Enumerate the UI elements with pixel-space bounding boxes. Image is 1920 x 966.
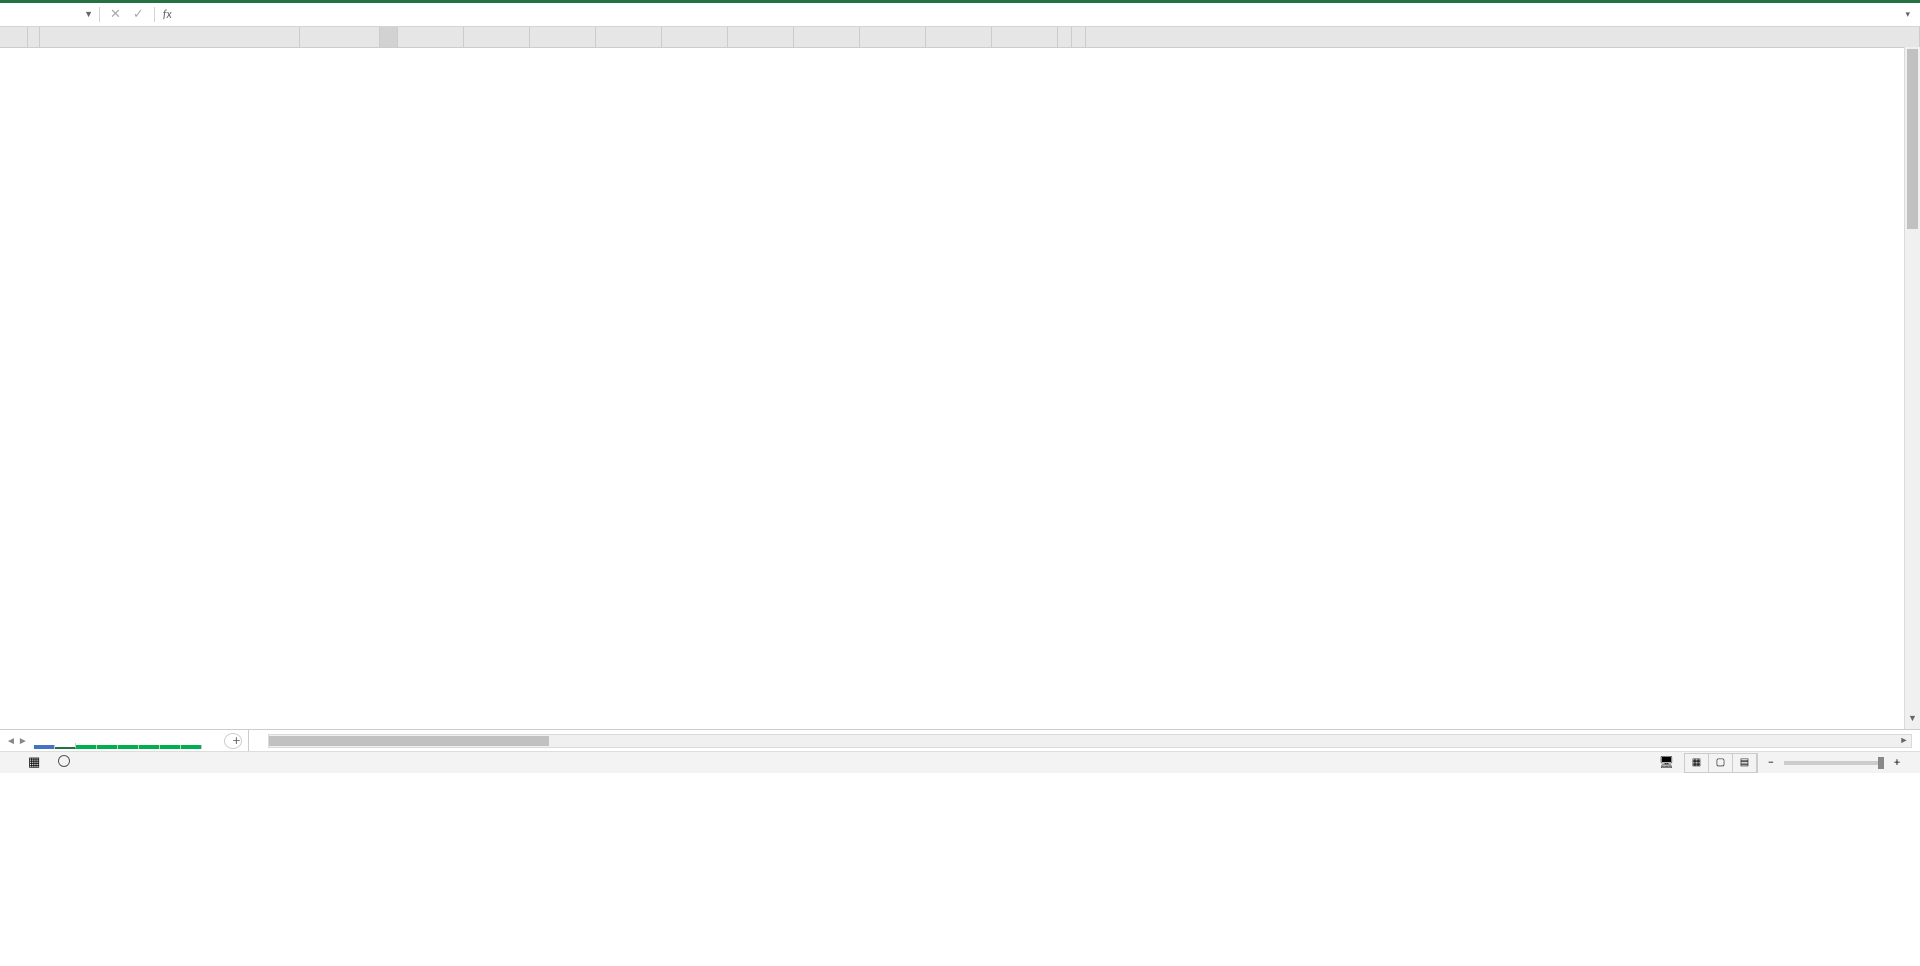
col-header[interactable] xyxy=(380,27,398,47)
col-header[interactable] xyxy=(728,27,794,47)
cancel-formula-icon[interactable]: ✕ xyxy=(110,7,121,22)
accessibility-icon xyxy=(58,755,70,767)
vscroll-thumb[interactable] xyxy=(1907,49,1918,229)
col-header[interactable] xyxy=(398,27,464,47)
fx-label[interactable]: fx xyxy=(155,8,180,22)
name-box[interactable]: ▼ xyxy=(0,7,100,22)
tab-prev-icon[interactable]: ◄ xyxy=(6,734,16,747)
zoom-slider[interactable] xyxy=(1784,761,1884,765)
accept-formula-icon[interactable]: ✓ xyxy=(133,7,144,22)
accessibility-status[interactable] xyxy=(58,755,70,771)
column-headers xyxy=(0,27,1920,48)
col-header[interactable] xyxy=(662,27,728,47)
tab-balance-sheet[interactable] xyxy=(97,745,118,749)
horizontal-scrollbar[interactable]: ◄ ► xyxy=(268,734,1912,748)
col-header[interactable] xyxy=(464,27,530,47)
col-header[interactable] xyxy=(860,27,926,47)
col-header[interactable] xyxy=(926,27,992,47)
col-header[interactable] xyxy=(992,27,1058,47)
view-normal-button[interactable]: ▦ xyxy=(1685,754,1709,772)
col-header[interactable] xyxy=(530,27,596,47)
hscroll-thumb[interactable] xyxy=(269,736,549,746)
tab-more[interactable] xyxy=(202,745,218,749)
scroll-down-icon[interactable]: ▼ xyxy=(1905,713,1920,729)
tab-next-icon[interactable]: ► xyxy=(18,734,28,747)
sheet-tab-bar: ◄ ► + ◄ ► xyxy=(0,729,1920,751)
col-header[interactable] xyxy=(596,27,662,47)
col-header[interactable] xyxy=(794,27,860,47)
tab-key-ratios[interactable] xyxy=(139,745,160,749)
macro-record-icon[interactable]: ▦ xyxy=(28,755,40,770)
status-bar: ▦ 🖥 ▦ ▢ ▤ − + xyxy=(0,751,1920,773)
tab-cash-flow[interactable] xyxy=(118,745,139,749)
name-box-dropdown-icon[interactable]: ▼ xyxy=(84,9,93,20)
col-header[interactable] xyxy=(300,27,380,47)
col-header-rest xyxy=(1086,27,1920,47)
tab-income-statement[interactable] xyxy=(76,745,97,749)
zoom-slider-handle[interactable] xyxy=(1878,757,1884,769)
tab-control-sheet[interactable] xyxy=(55,743,76,749)
formula-expand-icon[interactable]: ▾ xyxy=(1895,9,1920,20)
formula-bar: ▼ ✕ ✓ fx ▾ xyxy=(0,3,1920,27)
display-settings-button[interactable]: 🖥 xyxy=(1659,755,1674,770)
add-sheet-button[interactable]: + xyxy=(224,733,242,749)
vertical-scrollbar[interactable]: ▲ ▼ xyxy=(1904,47,1920,729)
tab-dcf[interactable] xyxy=(160,745,181,749)
col-header[interactable] xyxy=(1072,27,1086,47)
view-mode-buttons: ▦ ▢ ▤ xyxy=(1684,753,1758,773)
col-header[interactable] xyxy=(28,27,40,47)
select-all-corner[interactable] xyxy=(0,27,28,47)
formula-input[interactable] xyxy=(180,13,1896,17)
tab-nav-arrows[interactable]: ◄ ► xyxy=(0,734,34,747)
col-header[interactable] xyxy=(40,27,300,47)
tab-index[interactable] xyxy=(34,745,55,749)
col-header[interactable] xyxy=(1058,27,1072,47)
zoom-in-button[interactable]: + xyxy=(1894,756,1900,770)
view-page-break-button[interactable]: ▤ xyxy=(1733,754,1757,772)
worksheet-area[interactable]: ▲ ▼ xyxy=(0,27,1920,729)
scroll-right-icon[interactable]: ► xyxy=(1897,735,1911,746)
tab-relative-valuation[interactable] xyxy=(181,745,202,749)
view-page-layout-button[interactable]: ▢ xyxy=(1709,754,1733,772)
zoom-out-button[interactable]: − xyxy=(1768,756,1774,770)
